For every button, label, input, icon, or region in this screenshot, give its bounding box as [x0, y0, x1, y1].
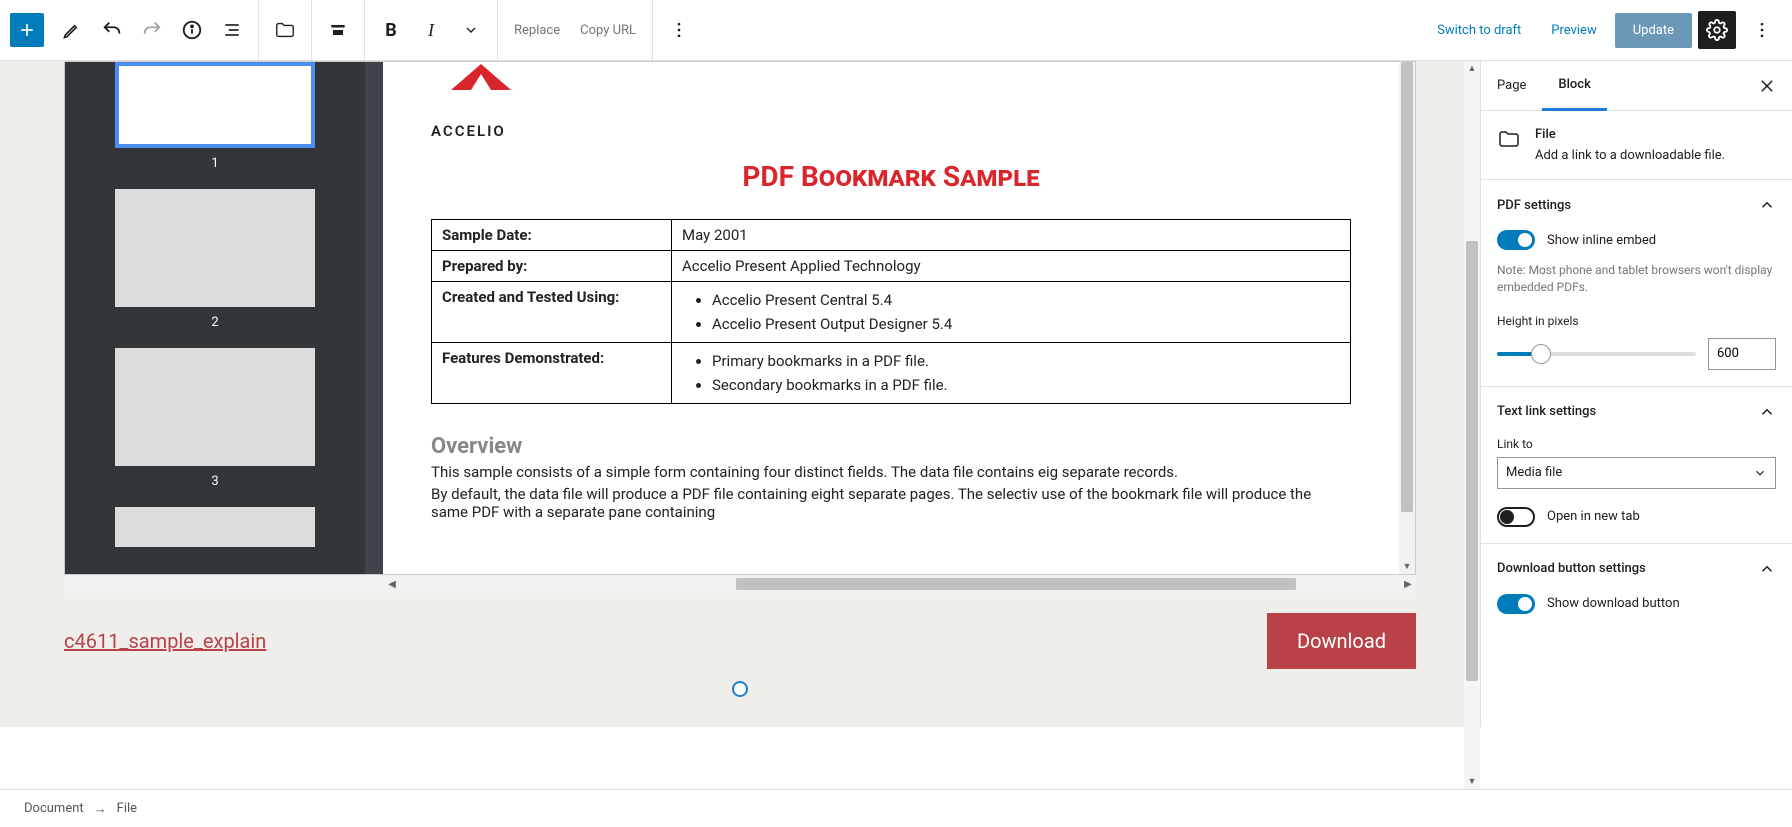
- pdf-thumbnail-panel[interactable]: 1 2 3: [65, 62, 365, 574]
- height-input[interactable]: [1708, 338, 1776, 370]
- settings-gear-button[interactable]: [1698, 11, 1736, 49]
- breadcrumb-leaf[interactable]: File: [117, 801, 137, 816]
- file-block-icon[interactable]: [265, 11, 305, 49]
- pdf-settings-panel-toggle[interactable]: PDF settings: [1497, 196, 1776, 214]
- more-menu-icon[interactable]: [1742, 11, 1782, 49]
- pdf-thumb-1[interactable]: [115, 62, 315, 148]
- bold-button[interactable]: B: [371, 11, 411, 49]
- open-new-tab-label: Open in new tab: [1547, 509, 1640, 524]
- accelio-logo: ACCELIO: [431, 62, 1351, 140]
- pdf-inline-embed: 1 2 3 ACCELIO PDF Bookmark Sample Sample: [64, 61, 1416, 575]
- download-button-settings-panel-toggle[interactable]: Download button settings: [1497, 560, 1776, 578]
- info-icon[interactable]: [172, 11, 212, 49]
- link-to-label: Link to: [1497, 437, 1776, 451]
- chevron-up-icon: [1758, 403, 1776, 421]
- editor-vertical-scrollbar[interactable]: ▲ ▼: [1464, 61, 1480, 789]
- block-title: File: [1535, 127, 1725, 142]
- file-block[interactable]: 1 2 3 ACCELIO PDF Bookmark Sample Sample: [64, 61, 1416, 689]
- pdf-thumb-label: 1: [115, 156, 315, 171]
- chevron-down-icon: [1753, 466, 1767, 480]
- pdf-page-content: ACCELIO PDF Bookmark Sample Sample Date:…: [383, 62, 1399, 574]
- pdf-overview-heading: Overview: [431, 434, 1351, 459]
- pdf-thumb-scrollbar[interactable]: [365, 62, 383, 574]
- kebab-icon[interactable]: [659, 11, 699, 49]
- redo-button[interactable]: [132, 11, 172, 49]
- pdf-title: PDF Bookmark Sample: [431, 160, 1351, 193]
- pdf-thumb-3[interactable]: [115, 348, 315, 466]
- more-formatting-chevron[interactable]: [451, 11, 491, 49]
- switch-to-draft-button[interactable]: Switch to draft: [1425, 15, 1533, 46]
- add-block-button[interactable]: [10, 13, 44, 47]
- copy-url-button[interactable]: Copy URL: [570, 23, 646, 38]
- chevron-up-icon: [1758, 560, 1776, 578]
- open-new-tab-toggle[interactable]: [1497, 507, 1535, 527]
- height-label: Height in pixels: [1497, 314, 1776, 328]
- pdf-thumb-4[interactable]: [115, 507, 315, 547]
- outline-icon[interactable]: [212, 11, 252, 49]
- download-button[interactable]: Download: [1267, 613, 1416, 669]
- block-resize-handle[interactable]: [732, 681, 748, 697]
- pdf-thumb-label: 3: [115, 474, 315, 489]
- block-breadcrumb: Document → File: [0, 789, 1792, 827]
- close-sidebar-button[interactable]: [1742, 77, 1792, 95]
- text-link-settings-panel-toggle[interactable]: Text link settings: [1497, 403, 1776, 421]
- pdf-horizontal-scrollbar[interactable]: ◀ ▶: [64, 575, 1416, 593]
- height-slider[interactable]: [1497, 352, 1696, 356]
- settings-sidebar: Page Block File Add a link to a download…: [1480, 61, 1792, 727]
- top-toolbar: B I Replace Copy URL Switch to draft Pre…: [0, 0, 1792, 61]
- tab-page[interactable]: Page: [1481, 62, 1542, 109]
- file-name-link[interactable]: c4611_sample_explain: [64, 629, 266, 653]
- pdf-thumb-2[interactable]: [115, 189, 315, 307]
- align-icon[interactable]: [318, 11, 358, 49]
- tab-block[interactable]: Block: [1542, 61, 1606, 111]
- editor-canvas[interactable]: 1 2 3 ACCELIO PDF Bookmark Sample Sample: [0, 61, 1480, 727]
- show-download-label: Show download button: [1547, 596, 1680, 611]
- undo-button[interactable]: [92, 11, 132, 49]
- show-inline-embed-toggle[interactable]: [1497, 230, 1535, 250]
- show-inline-label: Show inline embed: [1547, 233, 1656, 248]
- chevron-up-icon: [1758, 196, 1776, 214]
- edit-icon[interactable]: [52, 11, 92, 49]
- italic-button[interactable]: I: [411, 11, 451, 49]
- file-icon: [1497, 127, 1521, 151]
- preview-button[interactable]: Preview: [1539, 15, 1608, 46]
- inline-note: Note: Most phone and tablet browsers won…: [1497, 262, 1776, 296]
- update-button[interactable]: Update: [1615, 13, 1692, 48]
- breadcrumb-root[interactable]: Document: [24, 801, 84, 816]
- pdf-vertical-scrollbar[interactable]: ▼: [1399, 62, 1415, 574]
- pdf-info-table: Sample Date:May 2001 Prepared by:Accelio…: [431, 219, 1351, 404]
- pdf-thumb-label: 2: [115, 315, 315, 330]
- link-to-select[interactable]: Media file: [1497, 457, 1776, 489]
- replace-button[interactable]: Replace: [504, 23, 570, 38]
- show-download-button-toggle[interactable]: [1497, 594, 1535, 614]
- block-description: Add a link to a downloadable file.: [1535, 148, 1725, 163]
